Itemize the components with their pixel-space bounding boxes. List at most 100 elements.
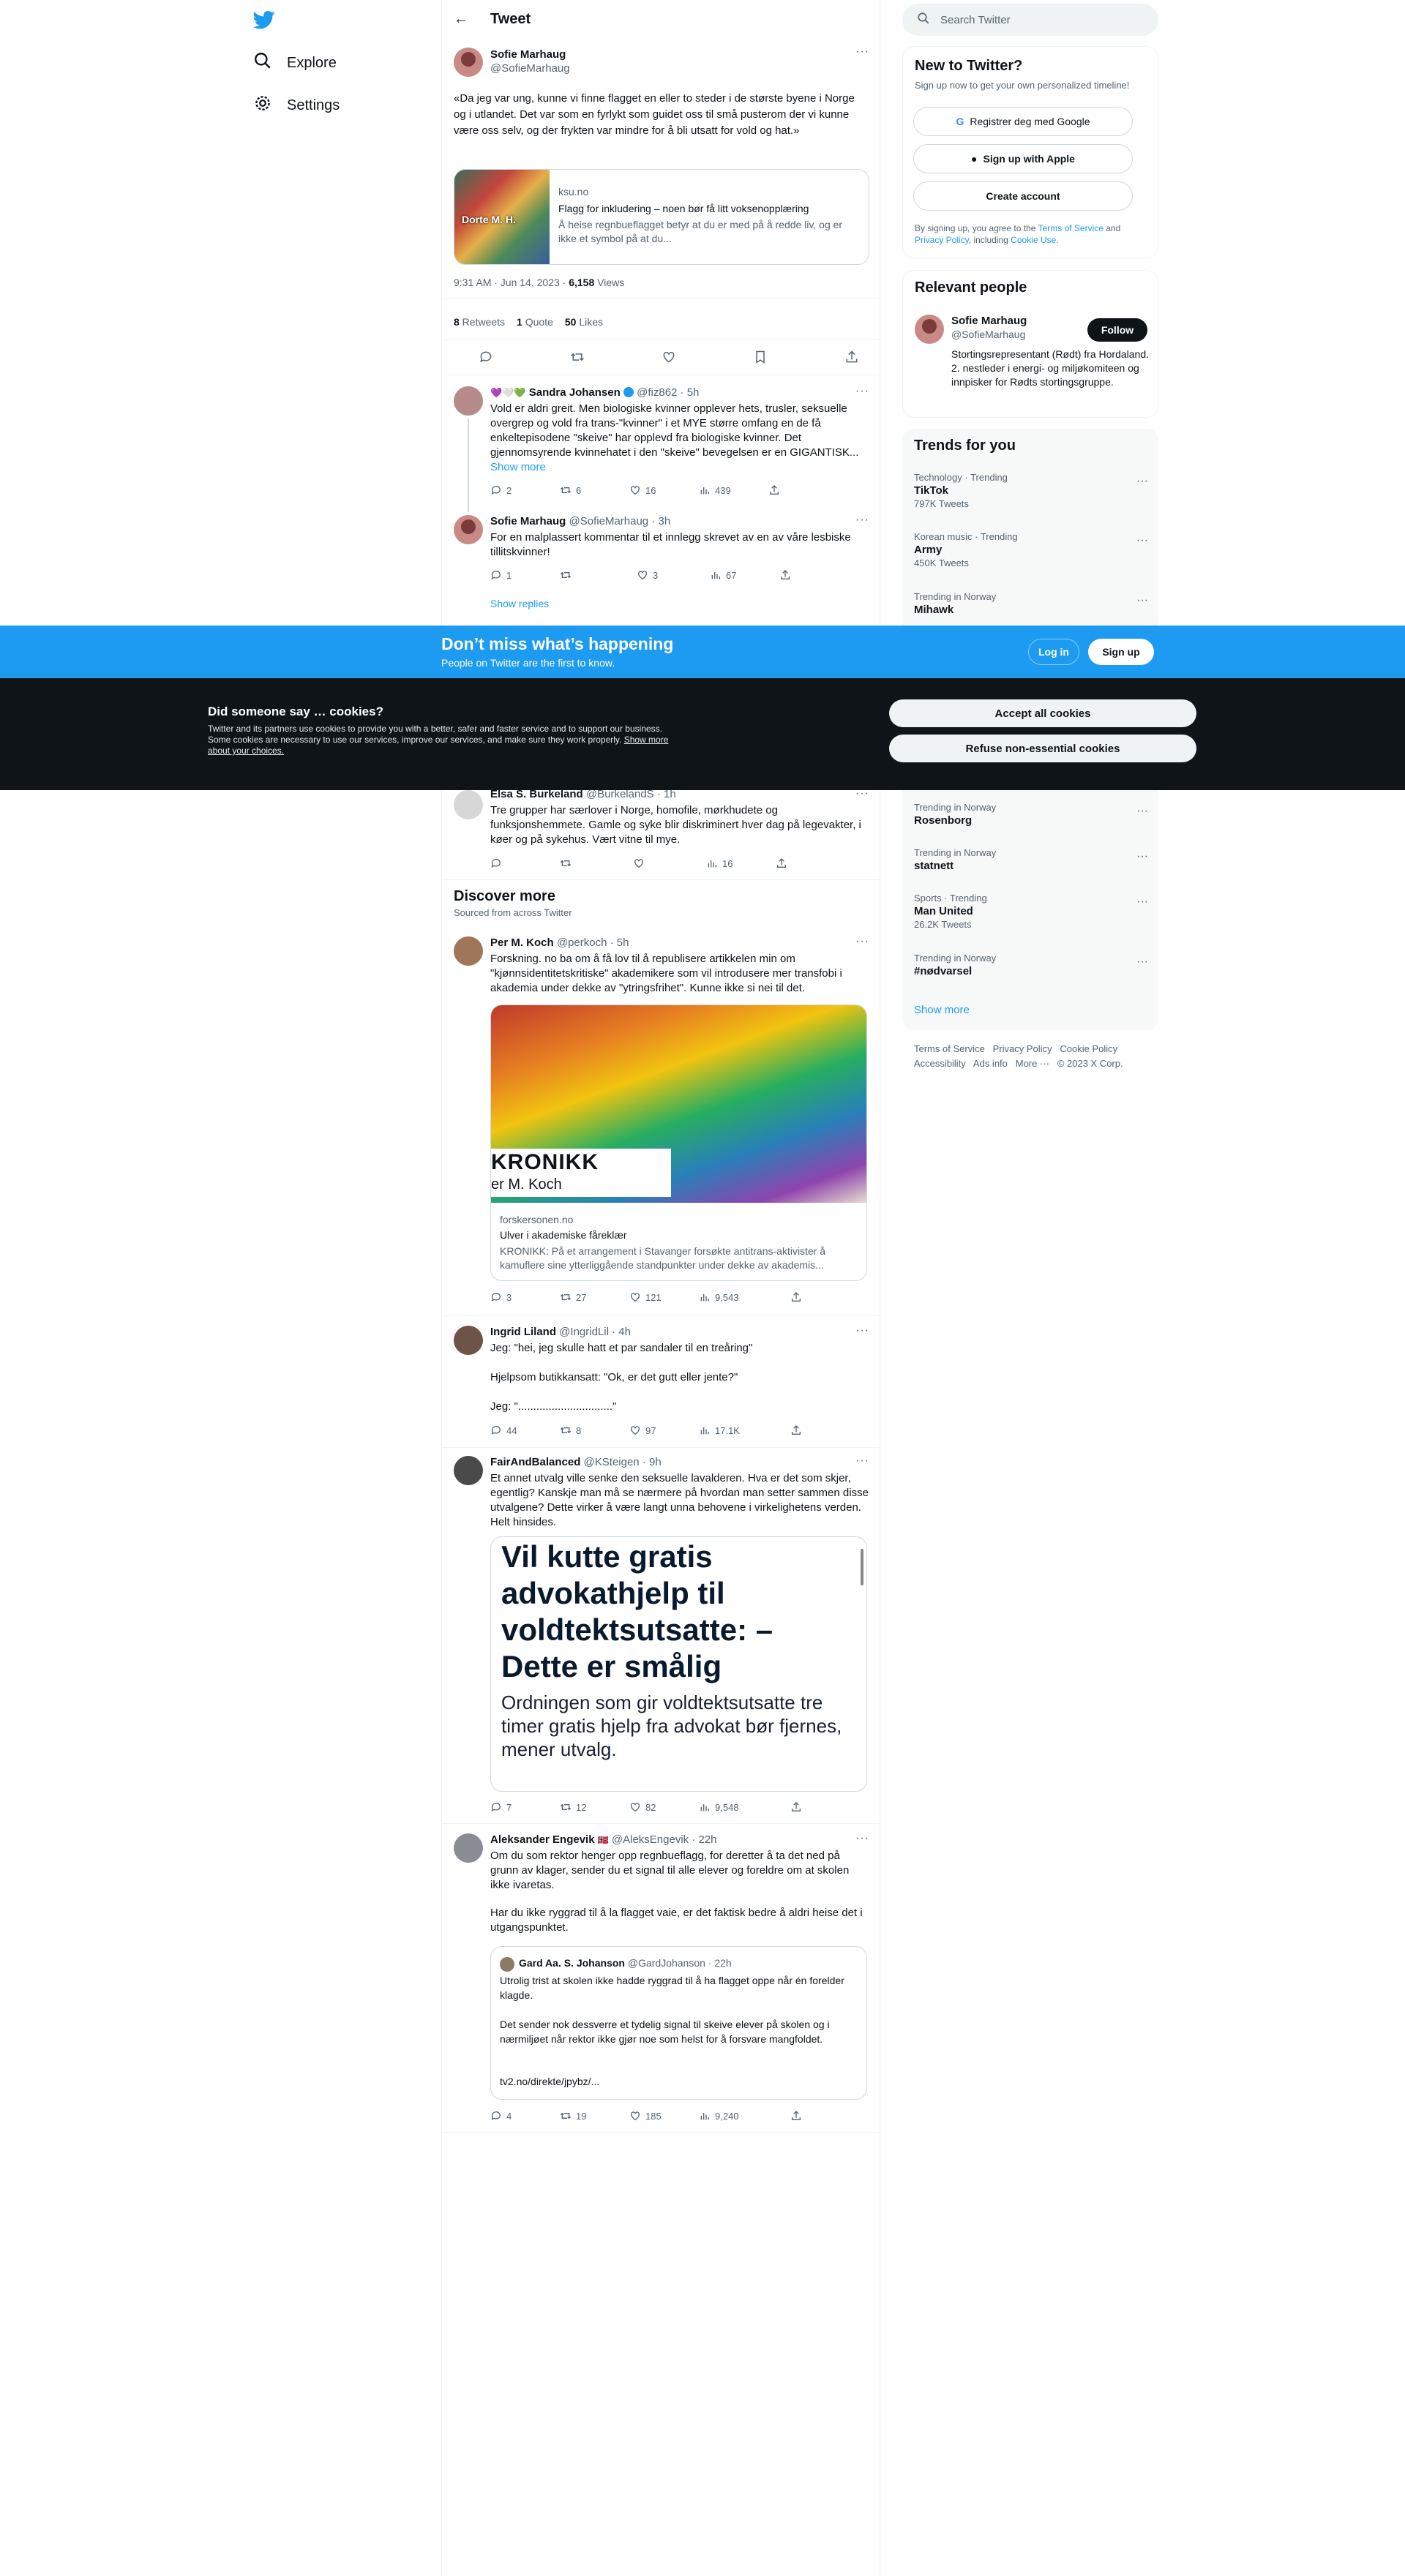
accept-cookies-button[interactable]: Accept all cookies (889, 699, 1196, 727)
reply-button[interactable]: 44 (490, 1424, 560, 1436)
more-icon[interactable]: ··· (1136, 534, 1148, 547)
post-author-handle[interactable]: @IngridLil · 4h (559, 1326, 631, 1338)
views-button[interactable]: 9,548 (699, 1801, 790, 1813)
avatar[interactable] (454, 1456, 483, 1485)
share-button[interactable] (790, 2110, 860, 2122)
quoted-link[interactable]: tv2.no/direkte/jpybz/... (500, 2076, 599, 2087)
article-screenshot[interactable]: Vil kutte gratis advokathjelp til voldte… (490, 1536, 867, 1792)
reply-icon[interactable] (479, 350, 493, 368)
views-button[interactable]: 9,240 (699, 2110, 790, 2122)
reply-author-name[interactable]: Sandra Johansen (529, 386, 621, 399)
footer-ads-link[interactable]: Ads info (973, 1058, 1008, 1069)
bookmark-icon[interactable] (753, 350, 768, 368)
retweet-button[interactable]: 8 (560, 1424, 629, 1436)
like-button[interactable]: 82 (629, 1801, 699, 1813)
privacy-link[interactable]: Privacy Policy (915, 235, 969, 245)
reply-author-handle[interactable]: @SofieMarhaug · 3h (569, 515, 671, 527)
more-icon[interactable]: ··· (855, 1832, 869, 1845)
more-icon[interactable]: ··· (1136, 805, 1148, 818)
avatar[interactable] (454, 1833, 483, 1863)
retweet-button[interactable]: 27 (560, 1291, 629, 1303)
search-input[interactable]: Search Twitter (940, 14, 1011, 26)
quotes-stat[interactable]: 1 Quote (517, 316, 553, 328)
nav-settings[interactable]: Settings (253, 94, 340, 117)
signup-button[interactable]: Sign up (1088, 639, 1154, 665)
scrollbar[interactable] (861, 1549, 863, 1585)
tweet-author-handle[interactable]: @SofieMarhaug (490, 62, 570, 75)
share-icon[interactable] (844, 350, 859, 368)
retweet-button[interactable] (560, 857, 633, 869)
avatar[interactable] (454, 386, 483, 416)
post-author-name[interactable]: Per M. Koch (490, 936, 554, 949)
like-button[interactable]: 185 (629, 2110, 699, 2122)
trend-item[interactable]: Technology · Trending TikTok 797K Tweets… (914, 472, 1148, 509)
footer-cookie-link[interactable]: Cookie Policy (1060, 1043, 1117, 1054)
avatar[interactable] (454, 790, 483, 819)
retweet-icon[interactable] (570, 350, 585, 368)
apple-signup-button[interactable]: ● Sign up with Apple (913, 144, 1133, 173)
trend-item[interactable]: Sports · Trending Man United 26.2K Tweet… (914, 893, 1148, 930)
reply-button[interactable]: 1 (490, 569, 560, 581)
views-button[interactable]: 16 (706, 857, 776, 869)
trend-item[interactable]: Korean music · Trending Army 450K Tweets… (914, 531, 1148, 568)
refuse-cookies-button[interactable]: Refuse non-essential cookies (889, 735, 1196, 762)
reply-button[interactable] (490, 857, 560, 869)
likes-stat[interactable]: 50 Likes (565, 316, 603, 328)
share-button[interactable] (790, 1424, 860, 1436)
footer-accessibility-link[interactable]: Accessibility (914, 1058, 966, 1069)
reply-button[interactable]: 4 (490, 2110, 560, 2122)
more-icon[interactable]: ··· (855, 514, 869, 527)
avatar[interactable] (915, 315, 944, 344)
more-icon[interactable]: ··· (855, 45, 869, 59)
avatar[interactable] (454, 936, 483, 966)
reply-author-handle[interactable]: @fiz862 · 5h (637, 386, 699, 399)
post-author-name[interactable]: Ingrid Liland (490, 1326, 556, 1338)
cookie-link[interactable]: Cookie Use (1011, 235, 1056, 245)
twitter-logo-icon[interactable] (252, 9, 275, 31)
trend-item[interactable]: Trending in Norway Rosenborg ··· (914, 802, 1148, 827)
retweet-button[interactable]: 12 (560, 1801, 629, 1813)
like-button[interactable] (633, 857, 706, 869)
retweet-button[interactable] (560, 569, 637, 581)
more-icon[interactable]: ··· (1136, 594, 1148, 607)
like-button[interactable]: 16 (629, 484, 699, 496)
retweet-button[interactable]: 6 (560, 484, 629, 496)
follow-button[interactable]: Follow (1087, 318, 1147, 342)
tos-link[interactable]: Terms of Service (1038, 223, 1104, 233)
share-button[interactable] (779, 569, 849, 581)
reply-button[interactable]: 7 (490, 1801, 560, 1813)
more-icon[interactable]: ··· (855, 1454, 869, 1468)
link-card[interactable]: Dorte M. H. ksu.no Flagg for inkludering… (454, 169, 869, 265)
more-icon[interactable]: ··· (855, 935, 869, 948)
like-button[interactable]: 97 (629, 1424, 699, 1436)
share-button[interactable] (776, 857, 845, 869)
like-icon[interactable] (662, 350, 676, 368)
reply-author-name[interactable]: Sofie Marhaug (490, 515, 566, 527)
relevant-handle[interactable]: @SofieMarhaug (951, 328, 1025, 340)
post-author-name[interactable]: FairAndBalanced (490, 1456, 580, 1468)
reply-button[interactable]: 2 (490, 484, 560, 496)
tweet-author-name[interactable]: Sofie Marhaug (490, 48, 566, 61)
avatar[interactable] (454, 1326, 483, 1355)
search-bar[interactable]: Search Twitter (902, 4, 1158, 36)
footer-more-link[interactable]: More ··· (1016, 1058, 1049, 1069)
create-account-button[interactable]: Create account (913, 181, 1133, 211)
like-button[interactable]: 121 (629, 1291, 699, 1303)
views-button[interactable]: 17.1K (699, 1424, 790, 1436)
link-card[interactable]: KRONIKK er M. Koch forskersonen.no Ulver… (490, 1005, 867, 1281)
avatar[interactable] (454, 48, 483, 77)
google-signup-button[interactable]: G Registrer deg med Google (913, 107, 1133, 136)
more-icon[interactable]: ··· (855, 1324, 869, 1337)
nav-explore[interactable]: Explore (253, 51, 337, 75)
retweets-stat[interactable]: 8 Retweets (454, 316, 505, 328)
footer-privacy-link[interactable]: Privacy Policy (993, 1043, 1052, 1054)
trend-item[interactable]: Trending in Norway #nødvarsel ··· (914, 953, 1148, 977)
post-author-handle[interactable]: @AleksEngevik · 22h (612, 1833, 717, 1846)
views-button[interactable]: 9,543 (699, 1291, 790, 1303)
avatar[interactable] (454, 515, 483, 544)
post-author-handle[interactable]: @perkoch · 5h (557, 936, 629, 949)
quoted-tweet[interactable]: Gard Aa. S. Johanson @GardJohanson · 22h… (490, 1946, 867, 2100)
post-author-handle[interactable]: @KSteigen · 9h (584, 1456, 662, 1468)
trend-item[interactable]: Trending in Norway Mihawk ··· (914, 591, 1148, 616)
back-arrow-icon[interactable]: ← (454, 11, 468, 28)
